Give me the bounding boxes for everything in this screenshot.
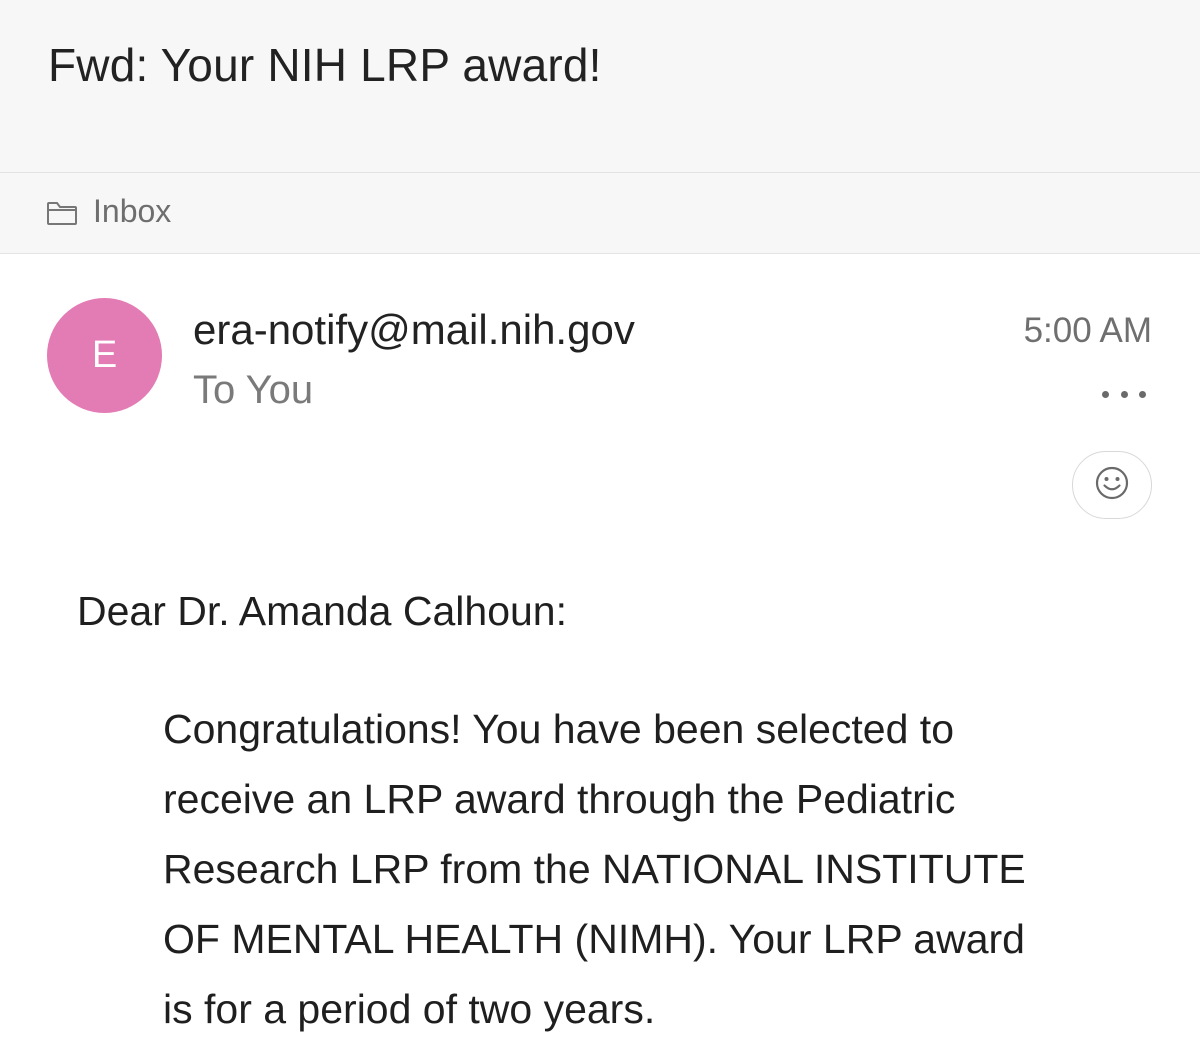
folder-icon (46, 200, 78, 226)
sender-address[interactable]: era-notify@mail.nih.gov (193, 306, 635, 354)
body-line: Congratulations! You have been selected … (163, 706, 954, 752)
folder-label: Inbox (93, 193, 172, 229)
body-line: Research LRP from the NATIONAL INSTITUTE (163, 846, 1026, 892)
dot (1139, 390, 1146, 398)
email-greeting: Dear Dr. Amanda Calhoun: (77, 588, 567, 634)
body-line: is for a period of two years. (163, 986, 656, 1032)
folder-breadcrumb[interactable]: Inbox (0, 173, 1200, 254)
body-line: receive an LRP award through the Pediatr… (163, 776, 956, 822)
avatar-initial: E (91, 334, 118, 376)
smiley-icon (1094, 465, 1130, 506)
sender-avatar[interactable]: E (47, 298, 162, 413)
dot (1102, 390, 1109, 398)
dot (1120, 390, 1128, 398)
add-reaction-button[interactable] (1072, 451, 1152, 519)
message-time: 5:00 AM (1023, 311, 1152, 350)
more-options-icon[interactable] (1102, 384, 1146, 404)
email-body-paragraph: Congratulations! You have been selected … (163, 696, 1163, 1046)
email-subject: Fwd: Your NIH LRP award! (48, 39, 602, 91)
recipient-line[interactable]: To You (193, 368, 313, 413)
body-line: OF MENTAL HEALTH (NIMH). Your LRP award (163, 916, 1025, 962)
subject-header: Fwd: Your NIH LRP award! (0, 0, 1200, 173)
